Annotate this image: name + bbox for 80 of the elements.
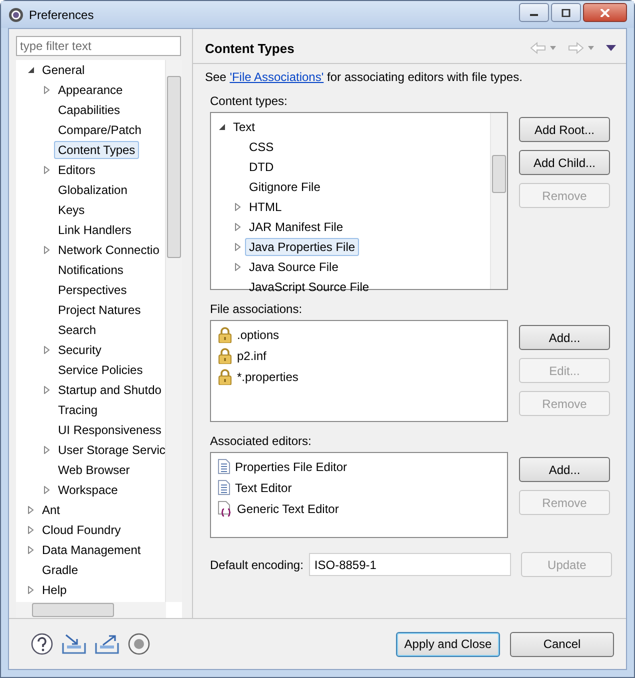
tree-item[interactable]: Editors [54, 161, 100, 179]
menu-icon[interactable] [606, 44, 616, 52]
tree-item[interactable]: Workspace [54, 481, 122, 499]
filter-field[interactable]: type filter text [16, 36, 181, 56]
tree-item[interactable]: Compare/Patch [54, 121, 146, 139]
tree-item[interactable]: Network Connectio [54, 241, 164, 259]
section-label: Content types: [210, 94, 288, 108]
maximize-icon [561, 8, 571, 16]
minimize-button[interactable] [519, 3, 549, 22]
tree-item[interactable]: Startup and Shutdo [54, 381, 165, 399]
dialog-button[interactable]: Apply and Close [396, 632, 500, 656]
tree-item[interactable]: Ant [38, 501, 64, 519]
document-icon [218, 480, 230, 495]
section-label: Associated editors: [210, 434, 312, 448]
tree-item[interactable]: Capabilities [54, 101, 124, 119]
tree-item[interactable]: Java Source File [245, 258, 342, 276]
maximize-button[interactable] [551, 3, 581, 22]
tree-item[interactable]: Gitignore File [245, 178, 324, 196]
tree-item[interactable]: HTML [245, 198, 286, 216]
tree-item[interactable]: DTD [245, 158, 278, 176]
scrollbar[interactable] [490, 113, 507, 289]
encoding-field[interactable]: ISO-8859-1 [309, 553, 512, 576]
tree-item[interactable]: Service Policies [54, 361, 147, 379]
dialog-button[interactable]: Cancel [510, 632, 614, 656]
close-button[interactable] [583, 3, 627, 22]
tree-item[interactable]: General [38, 61, 89, 79]
page-title: Content Types [205, 40, 294, 56]
tree-item[interactable]: JAR Manifest File [245, 218, 348, 236]
tree-item[interactable]: Data Management [38, 541, 145, 559]
tree-item[interactable]: Web Browser [54, 461, 134, 479]
document-icon [218, 459, 230, 474]
back-arrow-icon[interactable] [530, 42, 558, 54]
lock-icon [218, 368, 232, 384]
list-item[interactable]: p2.inf [237, 348, 266, 362]
scrollbar[interactable] [16, 602, 166, 618]
record-icon[interactable] [128, 633, 150, 655]
tree-item[interactable]: Help [38, 581, 71, 599]
tree-item[interactable]: Gradle [38, 561, 82, 579]
intro-text: See 'File Associations' for associating editors with file types. [205, 70, 524, 84]
expander-icon[interactable] [218, 123, 226, 131]
tree-item[interactable]: JavaScript Source File [245, 278, 374, 296]
list-item[interactable]: .options [237, 328, 280, 342]
close-icon [600, 8, 610, 16]
tree-item[interactable]: Link Handlers [54, 221, 136, 239]
lock-icon [218, 326, 232, 342]
export-icon[interactable] [95, 634, 119, 654]
section-label: File associations: [210, 302, 302, 316]
list-item[interactable]: Text Editor [235, 480, 292, 494]
tree-item[interactable]: Cloud Foundry [38, 521, 125, 539]
tree-item[interactable]: User Storage Servic [54, 441, 165, 459]
tree-item[interactable]: Globalization [54, 181, 132, 199]
tree-item[interactable]: Tracing [54, 401, 102, 419]
list-item[interactable]: *.properties [237, 370, 298, 384]
expander-icon[interactable] [27, 66, 35, 74]
file-associations-link[interactable]: 'File Associations' [230, 70, 324, 84]
tree-item[interactable]: UI Responsiveness [54, 421, 165, 439]
list-item[interactable]: Properties File Editor [235, 460, 348, 474]
tree-item[interactable]: Search [54, 321, 100, 339]
tree-item[interactable]: Text [229, 118, 260, 136]
tree-item[interactable]: Perspectives [54, 281, 131, 299]
encoding-label: Default encoding: [210, 558, 304, 572]
lock-icon [218, 348, 232, 364]
braces-document-icon [218, 500, 232, 516]
help-icon[interactable] [31, 633, 53, 655]
list-item[interactable]: Generic Text Editor [237, 502, 339, 516]
tree-item[interactable]: Content Types [54, 141, 140, 159]
tree-item[interactable]: CSS [245, 138, 278, 156]
import-icon[interactable] [62, 634, 86, 654]
tree-item[interactable]: Keys [54, 201, 89, 219]
dialog-button[interactable]: Add Root... [519, 117, 610, 142]
tree-item[interactable]: Security [54, 341, 106, 359]
tree-item[interactable]: Project Natures [54, 301, 145, 319]
tree-item[interactable]: Notifications [54, 261, 128, 279]
dialog-button[interactable]: Add Child... [519, 150, 610, 175]
dialog-button[interactable]: Add... [519, 325, 610, 350]
tree-item[interactable]: Appearance [54, 81, 127, 99]
forward-arrow-icon[interactable] [568, 42, 596, 54]
window-title: Preferences [29, 8, 94, 22]
dialog-button[interactable]: Add... [519, 457, 610, 482]
tree-item[interactable]: Java Properties File [245, 238, 360, 256]
